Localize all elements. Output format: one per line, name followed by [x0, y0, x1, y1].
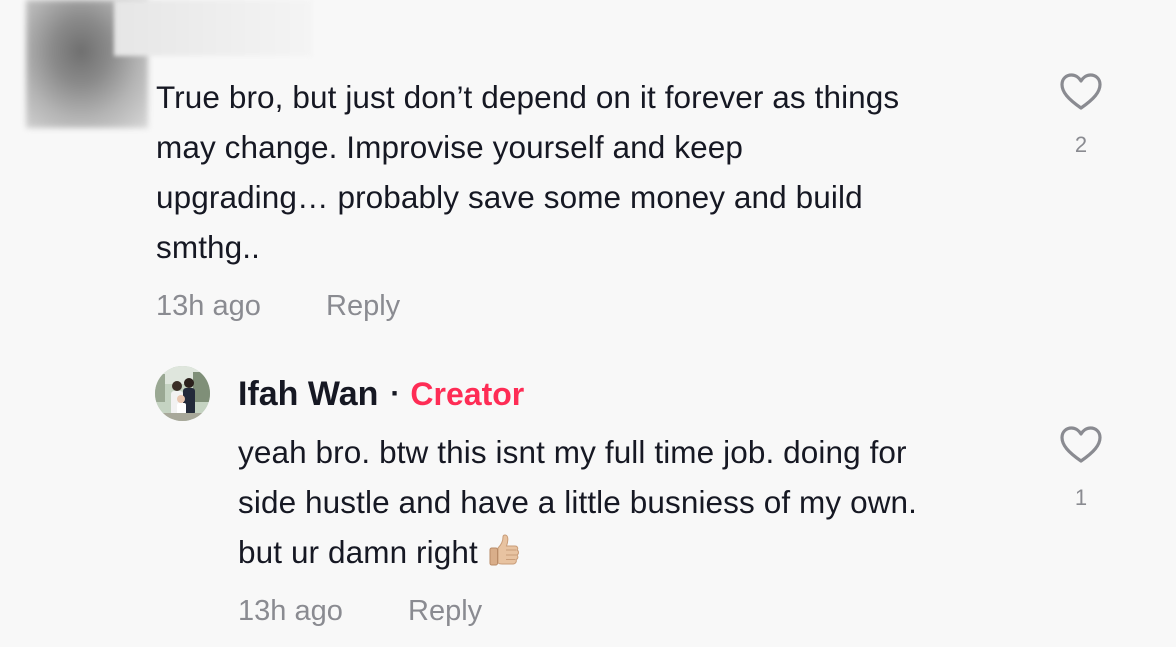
- heart-icon[interactable]: [1060, 73, 1102, 111]
- separator-dot: ·: [390, 377, 401, 410]
- comment-timestamp: 13h ago: [238, 595, 343, 627]
- comment-body: yeah bro. btw this isnt my full time job…: [238, 434, 918, 570]
- blurred-username[interactable]: [114, 0, 312, 56]
- author-name[interactable]: Ifah Wan: [238, 375, 378, 414]
- reply-button[interactable]: Reply: [326, 290, 400, 323]
- comment-header: Ifah Wan · Creator: [238, 370, 524, 418]
- heart-icon[interactable]: [1060, 426, 1102, 464]
- creator-badge: Creator: [410, 375, 525, 412]
- avatar[interactable]: [155, 366, 210, 421]
- reply-button[interactable]: Reply: [408, 595, 482, 628]
- like-count: 2: [1074, 132, 1088, 157]
- comment-timestamp: 13h ago: [156, 290, 261, 322]
- comment-text: True bro, but just don’t depend on it fo…: [156, 79, 900, 265]
- thumbs-up-emoji-icon: [486, 533, 522, 569]
- comment-text: yeah bro. btw this isnt my full time job…: [238, 427, 1038, 577]
- like-count: 1: [1074, 485, 1088, 510]
